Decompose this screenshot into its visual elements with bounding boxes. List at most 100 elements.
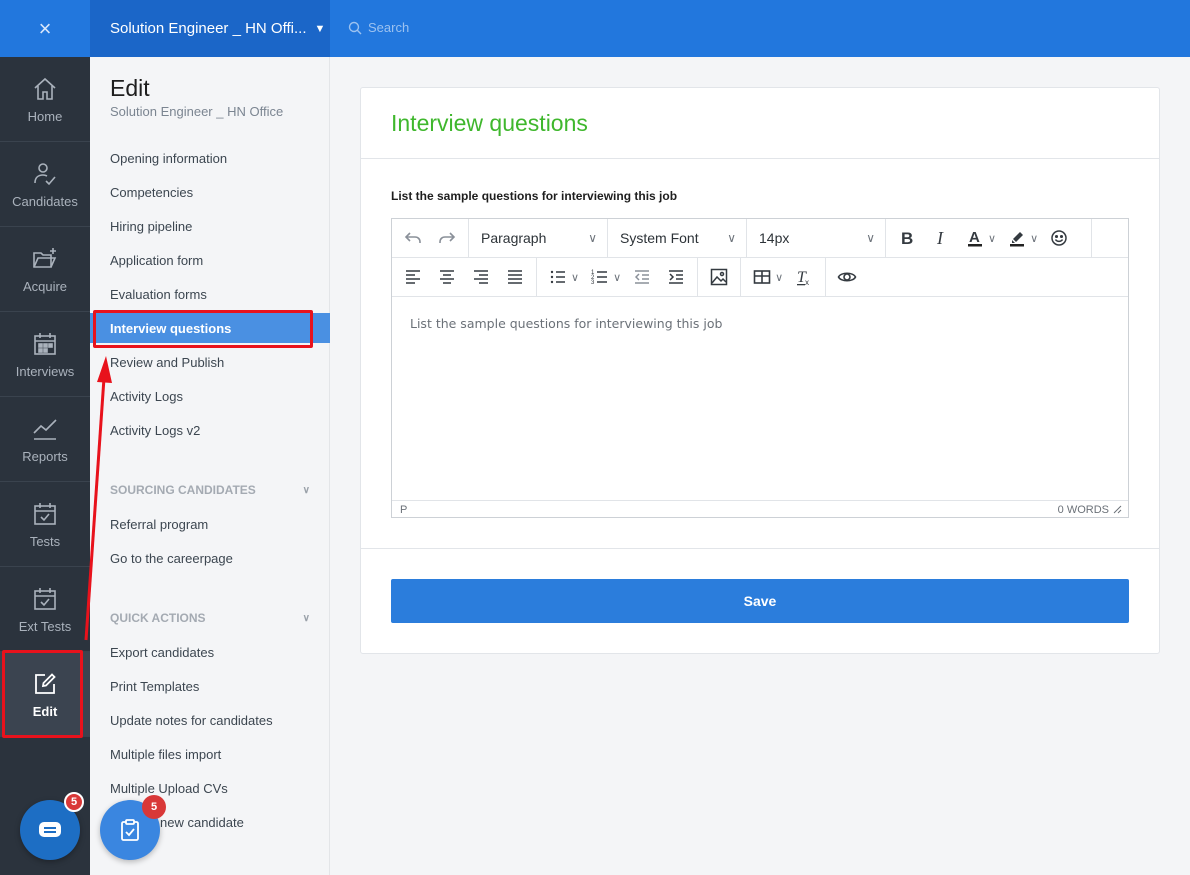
numbered-list-icon[interactable]: 123 [583,262,617,292]
rail-item-edit[interactable]: Edit [0,652,90,737]
svg-text:3: 3 [591,280,595,286]
sidebar-link-application-form[interactable]: Application form [90,245,330,275]
section-quick-actions[interactable]: QUICK ACTIONS ∨ [110,611,310,625]
redo-icon[interactable] [430,223,464,253]
highlight-color-split-button[interactable]: ∨ [1000,223,1042,253]
bullet-list-icon[interactable] [541,262,575,292]
svg-text:x: x [805,278,809,287]
resize-handle-icon[interactable] [1113,505,1122,514]
emoji-icon[interactable] [1042,223,1076,253]
font-size-select[interactable]: 14px ∨ [747,218,886,258]
chevron-down-icon[interactable]: ∨ [571,271,579,284]
editor-placeholder: List the sample questions for interviewi… [410,316,723,331]
bullet-list-split-button[interactable]: ∨ [541,262,583,292]
clear-formatting-icon[interactable]: Tx [787,262,821,292]
rail-label: Edit [32,703,58,719]
rail-label: Reports [22,448,68,464]
edit-icon [35,672,56,694]
block-format-select[interactable]: Paragraph ∨ [469,218,608,258]
rail-item-tests[interactable]: Tests [0,482,90,567]
font-family-select[interactable]: System Font ∨ [608,218,747,258]
alignment-group [392,257,537,297]
sidebar-link-multiple-upload-cvs[interactable]: Multiple Upload CVs [90,773,330,803]
sidebar-link-update-notes[interactable]: Update notes for candidates [90,705,330,735]
preview-eye-icon[interactable] [830,262,864,292]
svg-text:B: B [901,229,913,248]
close-icon[interactable]: × [0,0,90,57]
chevron-down-icon[interactable]: ∨ [613,271,621,284]
editor-content-area[interactable]: List the sample questions for interviewi… [392,298,1128,500]
chat-button[interactable]: 5 [20,792,84,860]
chart-line-icon [33,418,57,440]
sidebar-link-print-templates[interactable]: Print Templates [90,671,330,701]
sidebar-link-multiple-files-import[interactable]: Multiple files import [90,739,330,769]
block-format-value: Paragraph [481,230,547,246]
font-family-value: System Font [620,230,699,246]
chevron-down-icon: ∨ [302,612,310,624]
image-group [698,257,742,297]
rail-item-ext-tests[interactable]: Ext Tests [0,567,90,652]
search-input[interactable] [368,20,668,35]
editor-statusbar: P 0 WORDS [392,500,1128,518]
sidebar-link-export-candidates[interactable]: Export candidates [90,637,330,667]
chevron-down-icon: ∨ [302,484,310,496]
chevron-down-icon[interactable]: ∨ [988,232,996,245]
rail-item-interviews[interactable]: Interviews [0,312,90,397]
divider [361,158,1159,159]
indent-icon[interactable] [659,262,693,292]
save-button[interactable]: Save [391,579,1129,623]
rail-item-acquire[interactable]: Acquire [0,227,90,312]
bold-icon[interactable]: B [890,223,924,253]
undo-icon[interactable] [396,223,430,253]
text-color-split-button[interactable]: A ∨ [958,223,1000,253]
rail-item-candidates[interactable]: Candidates [0,142,90,227]
section-sourcing-candidates[interactable]: SOURCING CANDIDATES ∨ [110,483,310,497]
align-left-icon[interactable] [396,262,430,292]
tasks-badge: 5 [142,795,166,819]
section-heading: QUICK ACTIONS [110,611,206,625]
tasks-button[interactable]: 5 [100,795,166,860]
job-selector[interactable]: Solution Engineer _ HN Offi... ▼ [90,0,330,57]
align-justify-icon[interactable] [498,262,532,292]
align-right-icon[interactable] [464,262,498,292]
align-center-icon[interactable] [430,262,464,292]
sidebar-link-careerpage[interactable]: Go to the careerpage [90,543,330,573]
sidebar-link-activity-logs[interactable]: Activity Logs [90,381,330,411]
sidebar-link-referral-program[interactable]: Referral program [90,509,330,539]
list-indent-group: ∨ 123 ∨ [537,257,699,297]
font-size-value: 14px [759,230,790,246]
sidebar-title: Edit [110,75,150,101]
image-icon[interactable] [702,262,736,292]
rail-item-reports[interactable]: Reports [0,397,90,482]
edit-sidebar: Edit Solution Engineer _ HN Office Openi… [90,57,330,875]
italic-icon[interactable]: I [924,223,958,253]
text-color-icon[interactable]: A [958,223,992,253]
sidebar-link-hiring-pipeline[interactable]: Hiring pipeline [90,211,330,241]
sidebar-link-review-and-publish[interactable]: Review and Publish [90,347,330,377]
rail-label: Tests [29,533,61,549]
chevron-down-icon[interactable]: ∨ [1030,232,1038,245]
search-icon [348,21,362,34]
rail-item-home[interactable]: Home [0,57,90,142]
search-bar[interactable] [348,20,668,35]
sidebar-link-interview-questions[interactable]: Interview questions [90,313,330,343]
sidebar-link-competencies[interactable]: Competencies [90,177,330,207]
svg-text:A: A [969,229,980,246]
sidebar-link-evaluation-forms[interactable]: Evaluation forms [90,279,330,309]
chevron-down-icon[interactable]: ∨ [775,271,783,284]
table-format-group: ∨ Tx [741,257,827,297]
chat-icon [39,822,61,837]
test-calendar-icon [34,502,56,525]
outdent-icon[interactable] [625,262,659,292]
sidebar-link-activity-logs-v2[interactable]: Activity Logs v2 [90,415,330,445]
sidebar-link-opening-information[interactable]: Opening information [90,143,330,173]
calendar-icon [34,332,56,355]
element-path[interactable]: P [400,504,407,516]
page-title: Interview questions [391,110,588,136]
table-icon[interactable] [745,262,779,292]
svg-text:I: I [936,228,944,248]
table-split-button[interactable]: ∨ [745,262,787,292]
highlighter-icon[interactable] [1000,223,1034,253]
interview-questions-card: Interview questions List the sample ques… [360,87,1160,654]
numbered-list-split-button[interactable]: 123 ∨ [583,262,625,292]
